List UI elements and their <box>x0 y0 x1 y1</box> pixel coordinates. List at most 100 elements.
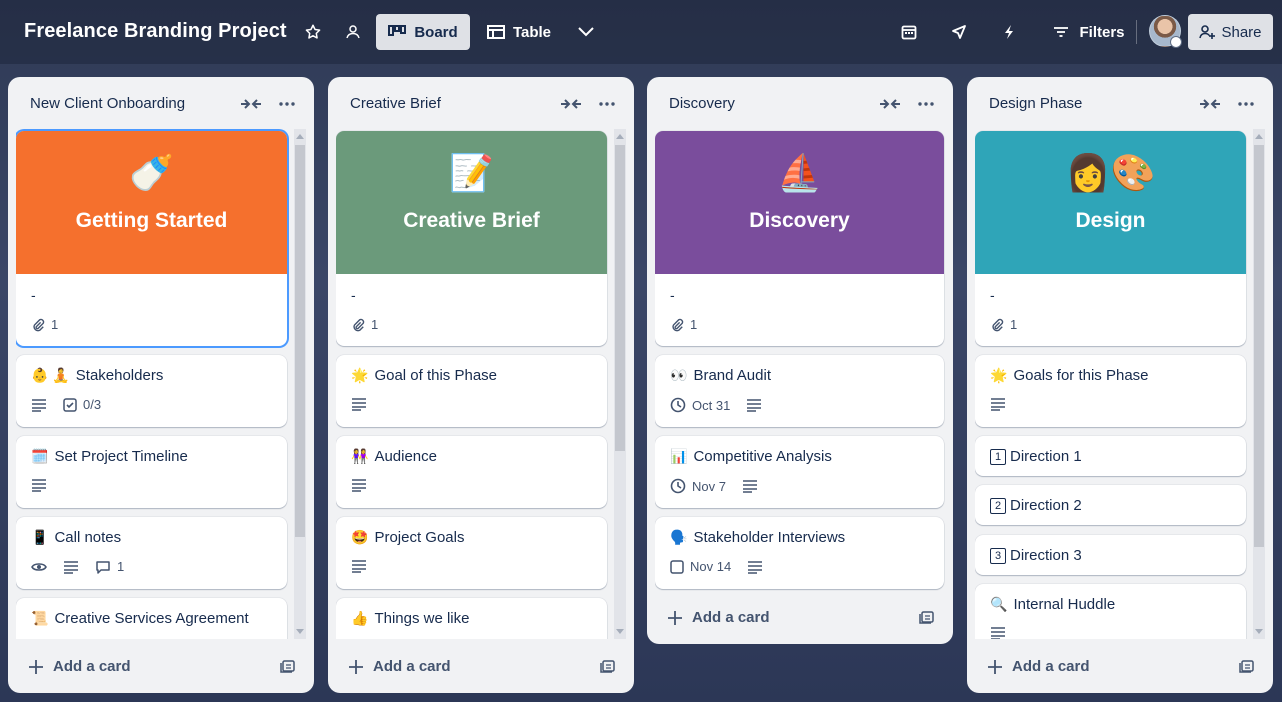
card-stakeholder-interviews[interactable]: 🗣️ Stakeholder Interviews Nov 14 <box>655 517 944 589</box>
card-title: Internal Huddle <box>1013 596 1116 613</box>
view-table-button[interactable]: Table <box>480 14 558 50</box>
card-creative-brief[interactable]: 📝 Creative Brief - 1 <box>336 131 607 346</box>
card-title: Goal of this Phase <box>374 367 498 384</box>
plus-icon <box>988 660 1002 674</box>
calendar-emoji-icon: 🗓️ <box>31 448 49 464</box>
list-header: Discovery <box>647 77 953 129</box>
scroll-up-icon[interactable] <box>1255 134 1263 139</box>
card-title: Creative Services Agreement <box>54 610 249 627</box>
card-badges: 0/3 <box>31 397 101 412</box>
due-date-badge[interactable]: Oct 31 <box>670 397 730 413</box>
share-label: Share <box>1221 23 1262 41</box>
card-title: Project Goals <box>374 529 465 546</box>
card-title: Set Project Timeline <box>54 448 188 465</box>
people-emoji-icon: 👭 <box>351 448 369 464</box>
card-discovery[interactable]: ⛵ Discovery - 1 <box>655 131 944 346</box>
card-project-goals[interactable]: 🤩 Project Goals <box>336 517 607 589</box>
chevron-down-icon[interactable] <box>572 14 600 50</box>
scroll-up-icon[interactable] <box>296 134 304 139</box>
scroll-down-icon[interactable] <box>616 629 624 634</box>
sailboat-icon: ⛵ <box>777 152 822 193</box>
list-header: Design Phase <box>967 77 1273 129</box>
add-card-button[interactable]: Add a card <box>336 650 626 684</box>
star-icon[interactable] <box>300 14 326 50</box>
due-date-badge[interactable]: Nov 7 <box>670 478 726 494</box>
list-menu-icon[interactable] <box>595 93 619 115</box>
list-scrollbar[interactable] <box>614 129 626 639</box>
add-card-button[interactable]: Add a card <box>16 650 306 684</box>
scroll-down-icon[interactable] <box>296 629 304 634</box>
card-goals-for-this-phase[interactable]: 🌟 Goals for this Phase <box>975 355 1246 427</box>
automation-bolt-icon[interactable] <box>996 14 1022 50</box>
add-card-label: Add a card <box>692 609 770 626</box>
card-creative-services-agreement[interactable]: 📜 Creative Services Agreement <box>16 598 287 639</box>
list-title[interactable]: New Client Onboarding <box>30 95 185 112</box>
list-menu-icon[interactable] <box>914 93 938 115</box>
card-template-icon <box>600 660 615 673</box>
view-board-button[interactable]: Board <box>376 14 470 50</box>
filters-button[interactable]: Filters <box>1050 14 1128 50</box>
card-title: Brand Audit <box>693 367 771 384</box>
scrollbar-thumb[interactable] <box>1254 145 1264 547</box>
list-scrollbar[interactable] <box>294 129 306 639</box>
card-goal-of-this-phase[interactable]: 🌟 Goal of this Phase <box>336 355 607 427</box>
card-title: - <box>670 287 675 303</box>
view-board-label: Board <box>414 23 458 41</box>
card-title: Call notes <box>54 529 122 546</box>
add-card-button[interactable]: Add a card <box>975 650 1265 684</box>
card-direction-3[interactable]: 3 Direction 3 <box>975 535 1246 575</box>
card-badges <box>990 397 1006 411</box>
card-badges <box>351 559 367 573</box>
card-call-notes[interactable]: 📱 Call notes 1 <box>16 517 287 589</box>
checkbox-icon <box>670 559 684 574</box>
collapse-list-icon[interactable] <box>239 93 263 115</box>
card-design[interactable]: 👩🎨 Design - 1 <box>975 131 1246 346</box>
add-card-button[interactable]: Add a card <box>655 601 945 635</box>
paperclip-icon <box>992 318 1004 331</box>
card-internal-huddle[interactable]: 🔍 Internal Huddle <box>975 584 1246 639</box>
list-menu-icon[interactable] <box>1234 93 1258 115</box>
scrollbar-thumb[interactable] <box>615 145 625 451</box>
card-brand-audit[interactable]: 👀 Brand Audit Oct 31 <box>655 355 944 427</box>
list-title[interactable]: Creative Brief <box>350 95 441 112</box>
scrollbar-thumb[interactable] <box>295 145 305 537</box>
due-date-badge[interactable]: Nov 14 <box>670 559 731 574</box>
keycap-one-icon: 1 <box>990 449 1006 465</box>
collapse-list-icon[interactable] <box>559 93 583 115</box>
starstruck-emoji-icon: 🤩 <box>351 529 369 545</box>
card-cover: 🍼 Getting Started <box>16 131 287 274</box>
list-title[interactable]: Design Phase <box>989 95 1082 112</box>
scroll-down-icon[interactable] <box>1255 629 1263 634</box>
card-audience[interactable]: 👭 Audience <box>336 436 607 508</box>
visibility-team-icon[interactable] <box>340 14 366 50</box>
board-title[interactable]: Freelance Branding Project <box>24 20 287 43</box>
cards-container: ⛵ Discovery - 1 👀 Brand Audit Oct 31 📊 C… <box>655 129 947 594</box>
share-button[interactable]: Share <box>1188 14 1273 50</box>
list-title[interactable]: Discovery <box>669 95 735 112</box>
card-getting-started[interactable]: 🍼 Getting Started - 1 <box>16 131 287 346</box>
scroll-up-icon[interactable] <box>616 134 624 139</box>
card-direction-1[interactable]: 1 Direction 1 <box>975 436 1246 476</box>
header-divider <box>1136 20 1137 44</box>
card-stakeholders[interactable]: 👶 🧘 Stakeholders 0/3 <box>16 355 287 427</box>
cards-container: 🍼 Getting Started - 1 👶 🧘 Stakeholders 0/… <box>16 129 306 639</box>
card-title: Stakeholders <box>75 367 164 384</box>
card-badges: 1 <box>670 317 697 332</box>
card-title: - <box>990 287 995 303</box>
paperclip-icon <box>672 318 684 331</box>
card-competitive-analysis[interactable]: 📊 Competitive Analysis Nov 7 <box>655 436 944 508</box>
collapse-list-icon[interactable] <box>878 93 902 115</box>
list-scrollbar[interactable] <box>1253 129 1265 639</box>
card-template-icon <box>280 660 295 673</box>
card-badges: 1 <box>31 317 58 332</box>
card-direction-2[interactable]: 2 Direction 2 <box>975 485 1246 525</box>
card-set-project-timeline[interactable]: 🗓️ Set Project Timeline <box>16 436 287 508</box>
cover-title: Discovery <box>749 209 850 232</box>
calendar-icon[interactable] <box>896 14 922 50</box>
checklist-icon <box>63 397 77 412</box>
card-title: - <box>351 287 356 303</box>
rocket-icon[interactable] <box>946 14 972 50</box>
list-menu-icon[interactable] <box>275 93 299 115</box>
card-things-we-like[interactable]: 👍 Things we like <box>336 598 607 639</box>
collapse-list-icon[interactable] <box>1198 93 1222 115</box>
